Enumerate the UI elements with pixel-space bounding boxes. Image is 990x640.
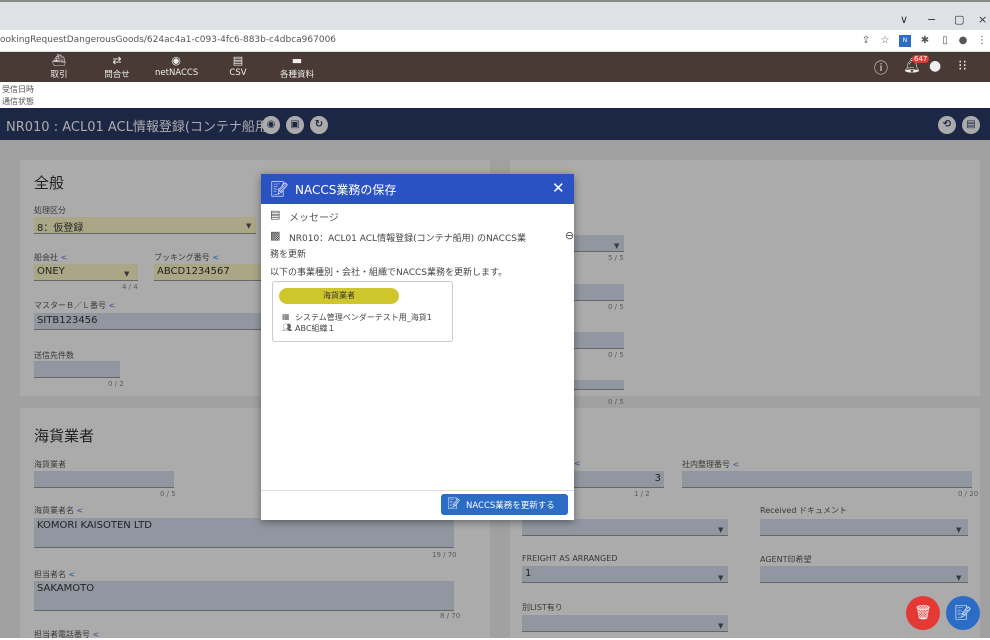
profile-icon[interactable]: ● (957, 35, 969, 47)
message-line1: NR010：ACL01 ACL情報登録(コンテナ船用) のNACCS業 (289, 234, 526, 244)
save-document-icon: 📝︎ (270, 180, 290, 198)
save-document-icon: 📝︎ (954, 605, 972, 621)
close-window-button[interactable]: × (978, 13, 987, 26)
group-icon: 👥︎ (282, 323, 293, 332)
message-line2: 務を更新 (270, 250, 307, 260)
forwarder-chip: 海貨業者 (279, 288, 399, 304)
apps-grid-icon[interactable]: ⁝⁝ (958, 58, 967, 74)
maximize-button[interactable]: ▢ (954, 13, 964, 26)
organization-name: ABC組織１ (295, 324, 336, 333)
toolbar-transaction[interactable]: ⛴ 取引 (38, 54, 80, 80)
url-text[interactable]: ookingRequestDangerousGoods/624ac4a1-c09… (0, 35, 336, 45)
toolbar-documents[interactable]: ▬ 各種資料 (276, 54, 318, 80)
globe-icon: ◉ (171, 54, 181, 67)
file-icon: ▤ (232, 54, 244, 67)
update-naccs-button-label: NACCS業務を更新する (466, 501, 555, 511)
dialog-divider (261, 490, 574, 491)
toolbar-netnaccs[interactable]: ◉ netNACCS (155, 54, 199, 78)
company-name: システム管理ベンダーテスト用_海貨1 (295, 313, 432, 322)
dialog-header: 📝︎ NACCS業務の保存 ✕ (261, 174, 574, 204)
bookmark-star-icon[interactable]: ☆ (879, 35, 891, 47)
toolbar-inquiry-label: 問合せ (104, 70, 130, 80)
address-bar[interactable]: ookingRequestDangerousGoods/624ac4a1-c09… (0, 30, 990, 52)
update-naccs-button[interactable]: 📝︎ NACCS業務を更新する (441, 494, 568, 515)
org-card: 海貨業者 ▦ システム管理ベンダーテスト用_海貨1 👥︎ ABC組織１ (272, 281, 453, 342)
folder-icon: ▬ (291, 54, 303, 67)
browser-window-bar: ∨ − ▢ × (0, 0, 990, 30)
delete-fab[interactable]: 🗑︎ (906, 596, 940, 630)
notification-badge: 647 (912, 55, 930, 63)
tab-search-button[interactable]: ∨ (900, 13, 908, 26)
status-info-bar: 受信日時 通信状態 (0, 82, 990, 108)
info-icon[interactable]: ⓘ (874, 58, 888, 78)
extensions-puzzle-icon[interactable]: ✱ (919, 35, 931, 47)
building-icon: ▦ (282, 312, 290, 321)
toolbar-csv[interactable]: ▤ CSV (217, 54, 259, 78)
message-line3: 以下の事業種別・会社・組織でNACCS業務を更新します。 (270, 268, 508, 278)
dialog-title: NACCS業務の保存 (295, 183, 397, 197)
toolbar-netnaccs-label: netNACCS (155, 68, 199, 78)
received-datetime-label: 受信日時 (2, 85, 34, 94)
app-toolbar: ⛴ 取引 ⇄ 問合せ ◉ netNACCS ▤ CSV ▬ 各種資料 ⓘ 🔔︎ … (0, 52, 990, 82)
dialog-close-button[interactable]: ✕ (552, 179, 565, 197)
comm-status-label: 通信状態 (2, 97, 34, 106)
toolbar-inquiry[interactable]: ⇄ 問合せ (96, 54, 138, 80)
message-label: メッセージ (289, 213, 339, 224)
sidepanel-icon[interactable]: ▯ (939, 35, 951, 47)
minimize-button[interactable]: − (927, 13, 936, 26)
toolbar-transaction-label: 取引 (50, 70, 68, 80)
ship-icon: ⛴ (52, 54, 66, 67)
toolbar-csv-label: CSV (229, 68, 247, 78)
share-page-icon[interactable]: ⇪ (860, 35, 872, 47)
message-icon: ▤ (270, 208, 281, 221)
extension-new-icon[interactable]: N (899, 35, 911, 47)
save-fab[interactable]: 📝︎ (946, 596, 980, 630)
id-card-icon: ▩ (270, 229, 281, 242)
account-icon[interactable]: ● (929, 58, 941, 74)
trash-icon: 🗑︎ (914, 605, 932, 621)
save-document-icon: 📝︎ (447, 497, 461, 510)
browser-menu-icon[interactable]: ⋮ (976, 35, 988, 47)
more-options-icon[interactable]: ⊖ (565, 229, 574, 242)
toolbar-documents-label: 各種資料 (279, 70, 314, 80)
exchange-icon: ⇄ (112, 54, 122, 67)
naccs-save-dialog: 📝︎ NACCS業務の保存 ✕ ▤ メッセージ ▩ NR010：ACL01 AC… (261, 174, 574, 520)
